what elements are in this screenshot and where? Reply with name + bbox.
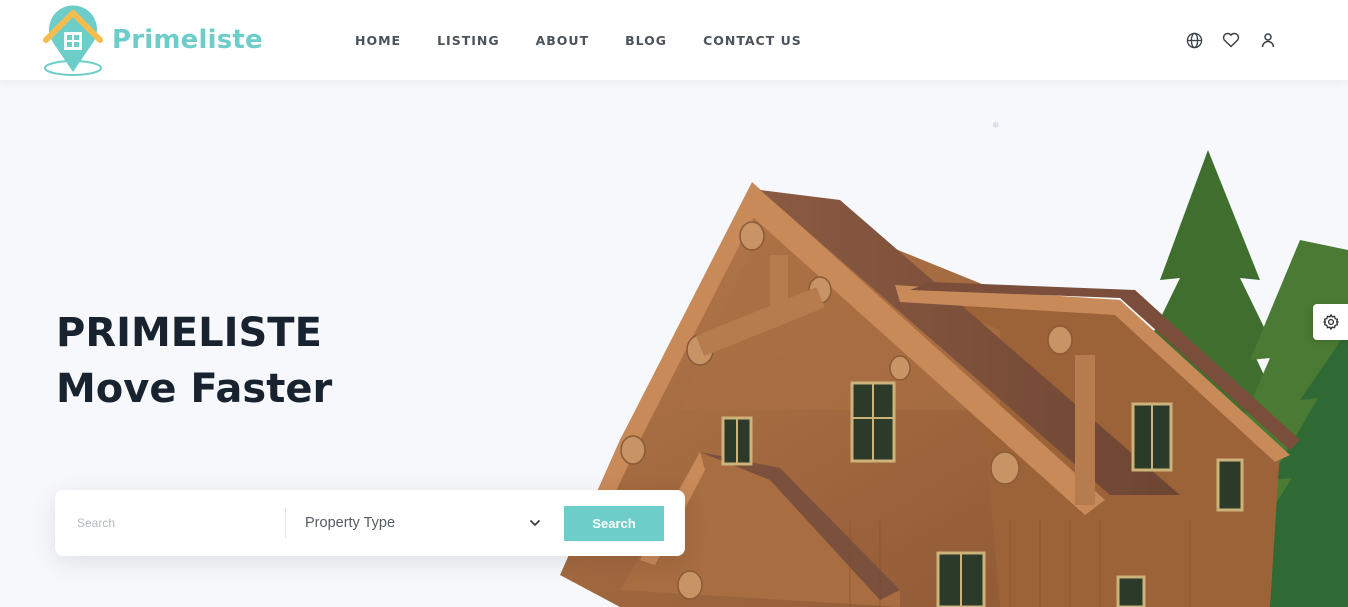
header-actions bbox=[1167, 0, 1278, 80]
hero-title-line-2: Move Faster bbox=[56, 366, 333, 412]
nav-contact-us[interactable]: CONTACT US bbox=[703, 33, 802, 48]
property-type-select[interactable]: Property Type bbox=[305, 508, 541, 538]
search-input[interactable] bbox=[77, 508, 277, 538]
logo-mark-icon bbox=[43, 5, 103, 76]
search-button[interactable]: Search bbox=[564, 506, 664, 541]
chevron-down-icon bbox=[529, 519, 541, 527]
search-form: Property Type Search bbox=[55, 490, 685, 556]
logo[interactable]: Primeliste bbox=[40, 4, 263, 76]
logo-text: Primeliste bbox=[112, 25, 263, 55]
nav-blog[interactable]: BLOG bbox=[625, 33, 667, 48]
hero-title: PRIMELISTE Move Faster bbox=[56, 305, 332, 417]
gear-icon bbox=[1322, 314, 1339, 330]
site-header: Primeliste HOME LISTING ABOUT BLOG CONTA… bbox=[0, 0, 1348, 80]
user-icon[interactable] bbox=[1258, 30, 1278, 50]
settings-toggle[interactable] bbox=[1313, 304, 1348, 340]
property-type-label: Property Type bbox=[305, 515, 396, 531]
nav-about[interactable]: ABOUT bbox=[536, 33, 590, 48]
nav-listing[interactable]: LISTING bbox=[437, 33, 500, 48]
nav-home[interactable]: HOME bbox=[355, 33, 401, 48]
globe-icon[interactable] bbox=[1184, 30, 1204, 50]
heart-icon[interactable] bbox=[1221, 30, 1241, 50]
hero-title-line-1: PRIMELISTE bbox=[56, 310, 322, 356]
search-divider bbox=[285, 508, 286, 538]
main-nav: HOME LISTING ABOUT BLOG CONTACT US bbox=[355, 0, 838, 80]
